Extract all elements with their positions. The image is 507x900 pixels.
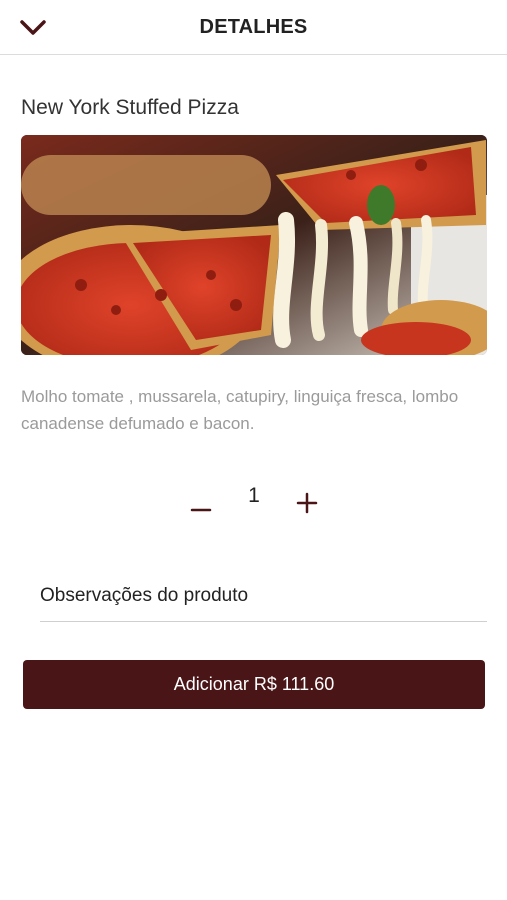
increase-quantity-button[interactable] xyxy=(292,488,322,518)
product-description: Molho tomate , mussarela, catupiry, ling… xyxy=(21,387,459,433)
product-details-screen: DETALHES New York Stuffed Pizza Molho to… xyxy=(0,0,507,900)
pizza-photo xyxy=(21,135,487,355)
minus-icon xyxy=(190,508,212,512)
product-image xyxy=(21,135,487,355)
add-to-cart-button[interactable]: Adicionar R$ 111.60 xyxy=(23,660,485,709)
page-title: DETALHES xyxy=(199,16,308,38)
plus-icon xyxy=(296,492,318,514)
header: DETALHES xyxy=(0,0,507,55)
quantity-stepper: 1 xyxy=(0,478,507,522)
observations-field[interactable] xyxy=(40,570,487,622)
decrease-quantity-button[interactable] xyxy=(186,484,216,514)
quantity-value: 1 xyxy=(248,484,260,507)
product-name: New York Stuffed Pizza xyxy=(21,96,239,119)
